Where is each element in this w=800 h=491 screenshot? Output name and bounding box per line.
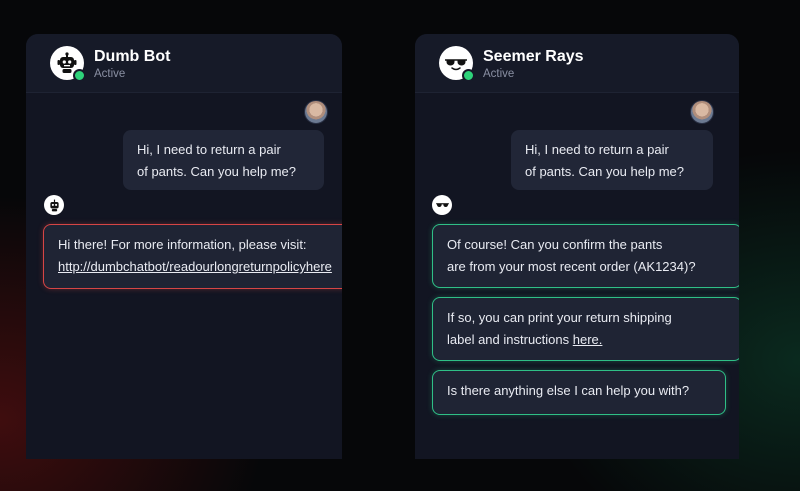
message-line: Hi, I need to return a pair — [137, 142, 281, 157]
online-status-dot — [462, 69, 475, 82]
bot-name: Dumb Bot — [94, 48, 171, 65]
user-avatar — [304, 100, 328, 124]
chat-header: Dumb Bot Active — [26, 34, 342, 93]
message-line: of pants. Can you help me? — [525, 164, 684, 179]
bot-avatar — [439, 46, 475, 82]
message-line: Hi, I need to return a pair — [525, 142, 669, 157]
bot-message: Hi there! For more information, please v… — [43, 224, 342, 289]
user-message: Hi, I need to return a pair of pants. Ca… — [123, 130, 324, 190]
bot-status: Active — [94, 68, 126, 80]
message-line: label and instructions here. — [447, 329, 727, 351]
online-status-dot — [73, 69, 86, 82]
bot-message: If so, you can print your return shippin… — [432, 297, 739, 361]
return-policy-link[interactable]: http://dumbchatbot/readourlongreturnpoli… — [58, 256, 342, 278]
chat-panel-seemer-rays: Seemer Rays Active Hi, I need to return … — [415, 34, 739, 459]
message-line: Is there anything else I can help you wi… — [447, 383, 690, 398]
message-text: label and instructions — [447, 332, 573, 347]
message-line: If so, you can print your return shippin… — [447, 310, 672, 325]
sunglasses-icon — [435, 202, 449, 207]
chat-header: Seemer Rays Active — [415, 34, 739, 93]
user-message: Hi, I need to return a pair of pants. Ca… — [511, 130, 713, 190]
bot-message: Is there anything else I can help you wi… — [432, 370, 726, 415]
bot-message-avatar — [44, 195, 64, 215]
bot-avatar — [50, 46, 86, 82]
bot-message: Of course! Can you confirm the pants are… — [432, 224, 739, 288]
message-line: Of course! Can you confirm the pants — [447, 237, 663, 252]
robot-icon — [49, 199, 59, 211]
shipping-label-link[interactable]: here. — [573, 332, 603, 347]
message-line: of pants. Can you help me? — [137, 164, 296, 179]
message-line: Hi there! For more information, please v… — [58, 237, 307, 252]
message-line: are from your most recent order (AK1234)… — [447, 259, 696, 274]
bot-message-avatar — [432, 195, 452, 215]
bot-name: Seemer Rays — [483, 48, 584, 65]
user-avatar — [690, 100, 714, 124]
chat-panel-dumb-bot: Dumb Bot Active Hi, I need to return a p… — [26, 34, 342, 459]
bot-status: Active — [483, 68, 515, 80]
